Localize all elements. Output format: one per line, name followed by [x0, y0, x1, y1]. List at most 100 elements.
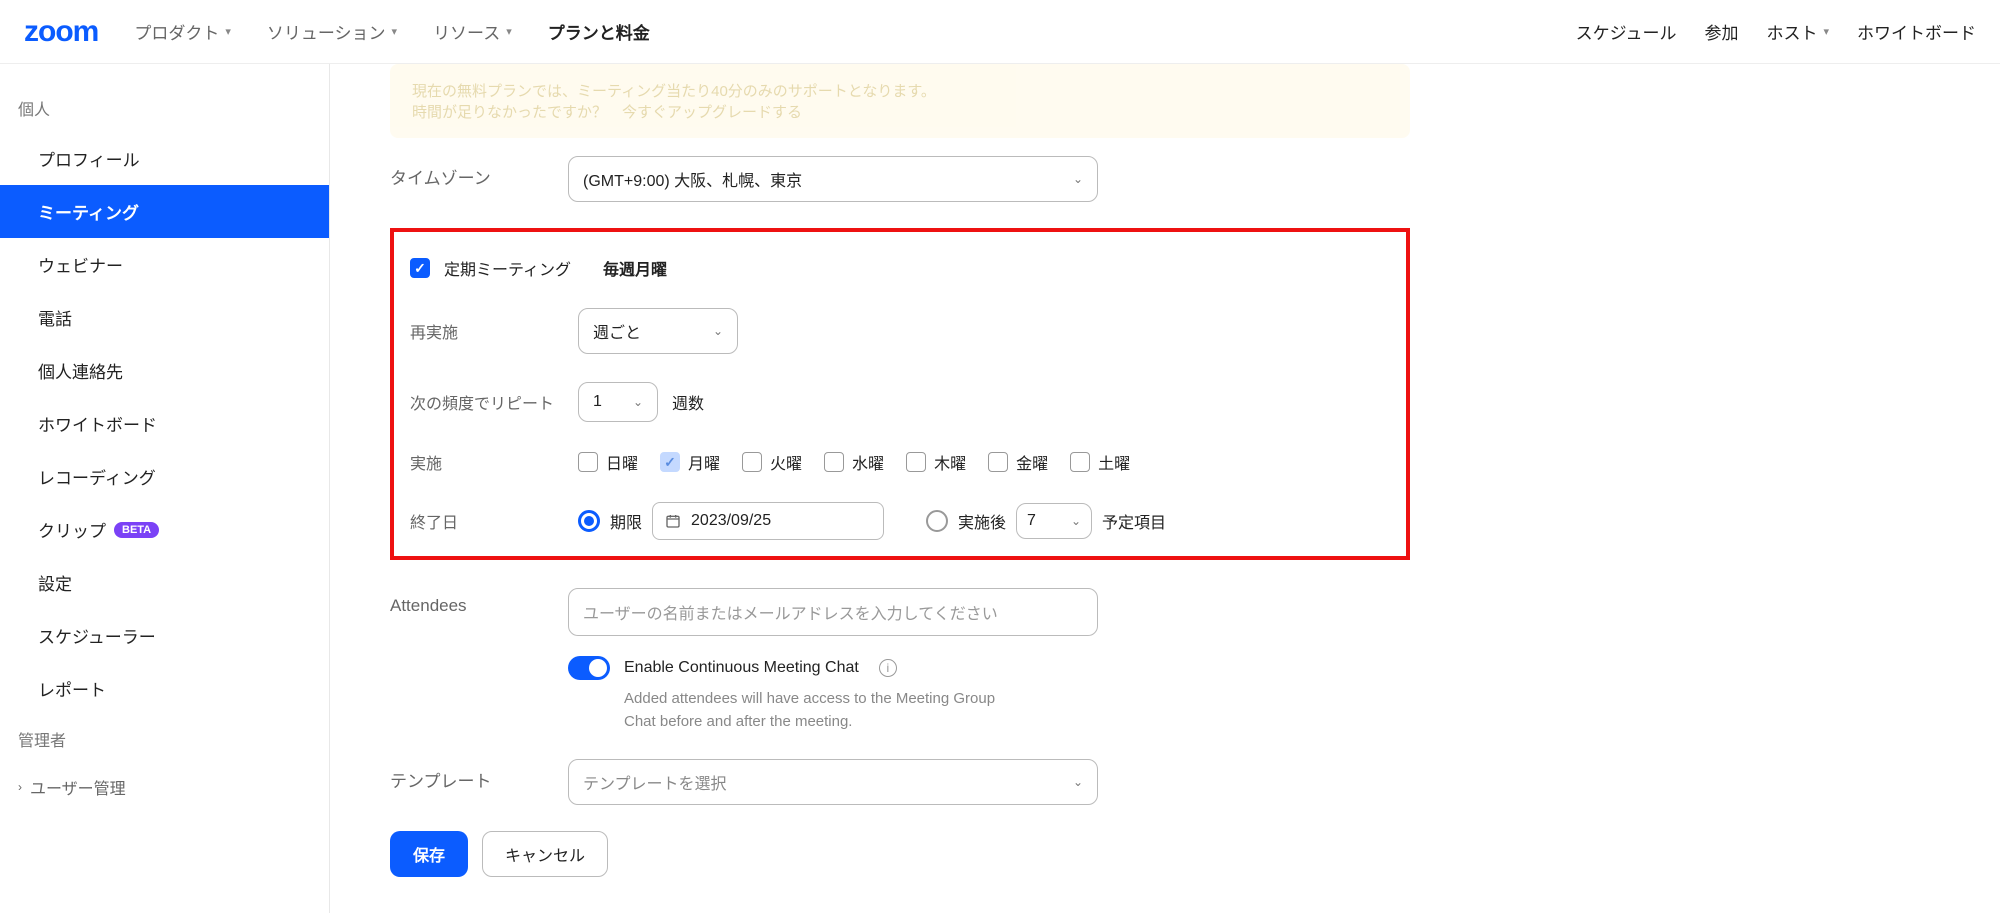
end-after-radio[interactable]: [926, 510, 948, 532]
nav-solutions[interactable]: ソリューション▾: [267, 19, 397, 44]
label-recurrence: 再実施: [410, 319, 578, 343]
template-placeholder: テンプレートを選択: [583, 770, 727, 794]
end-after-count-value: 7: [1027, 512, 1036, 530]
day-sat-checkbox[interactable]: [1070, 452, 1090, 472]
end-after-unit: 予定項目: [1102, 509, 1166, 533]
sidebar-item-webinars[interactable]: ウェビナー: [0, 238, 329, 291]
top-bar: zoom プロダクト▾ ソリューション▾ リソース▾ プランと料金 スケジュール…: [0, 0, 2000, 64]
recurring-label: 定期ミーティング: [444, 256, 571, 280]
timezone-value: (GMT+9:00) 大阪、札幌、東京: [583, 167, 802, 191]
row-occurs-on: 実施 日曜 ✓月曜 火曜 水曜 木曜 金曜 土曜: [410, 450, 1390, 474]
info-icon[interactable]: i: [879, 659, 897, 677]
row-end-date: 終了日 期限 2023/09/25 実施後 7 ⌄ 予定項目: [410, 502, 1390, 540]
chevron-down-icon: ⌄: [713, 324, 723, 338]
sidebar-item-user-management[interactable]: › ユーザー管理: [0, 763, 329, 811]
top-nav-right: スケジュール 参加 ホスト▾ ホワイトボード: [1576, 19, 1976, 44]
timezone-select[interactable]: (GMT+9:00) 大阪、札幌、東京 ⌄: [568, 156, 1098, 202]
recurrence-value: 週ごと: [593, 319, 641, 343]
end-after-count-select[interactable]: 7 ⌄: [1016, 503, 1092, 539]
day-fri-checkbox[interactable]: [988, 452, 1008, 472]
recurring-summary: 毎週月曜: [603, 256, 667, 280]
chevron-down-icon: ▾: [225, 25, 231, 38]
check-icon: ✓: [664, 454, 676, 471]
continuous-chat-hint: Added attendees will have access to the …: [624, 688, 1024, 733]
day-sun-checkbox[interactable]: [578, 452, 598, 472]
label-repeat: 次の頻度でリピート: [410, 390, 578, 414]
repeat-count-value: 1: [593, 393, 602, 411]
save-button[interactable]: 保存: [390, 831, 468, 877]
template-select[interactable]: テンプレートを選択 ⌄: [568, 759, 1098, 805]
recurrence-select[interactable]: 週ごと ⌄: [578, 308, 738, 354]
sidebar-item-settings[interactable]: 設定: [0, 556, 329, 609]
label-attendees: Attendees: [390, 588, 568, 616]
end-after-label: 実施後: [958, 509, 1006, 533]
nav-resources[interactable]: リソース▾: [433, 19, 512, 44]
sidebar-item-reports[interactable]: レポート: [0, 662, 329, 715]
nav-products[interactable]: プロダクト▾: [134, 19, 231, 44]
nav-join[interactable]: 参加: [1704, 19, 1738, 44]
sidebar-item-recordings[interactable]: レコーディング: [0, 450, 329, 503]
chevron-down-icon: ▾: [392, 25, 398, 38]
chevron-down-icon: ⌄: [633, 395, 643, 409]
form-actions: 保存 キャンセル: [390, 831, 1410, 877]
sidebar-section-admin: 管理者: [0, 715, 329, 763]
end-by-date-input[interactable]: 2023/09/25: [652, 502, 884, 540]
nav-whiteboard[interactable]: ホワイトボード: [1857, 19, 1976, 44]
end-by-radio[interactable]: [578, 510, 600, 532]
sidebar-section-personal: 個人: [0, 84, 329, 132]
row-timezone: タイムゾーン (GMT+9:00) 大阪、札幌、東京 ⌄: [390, 156, 1410, 202]
row-recurring-toggle: ✓ 定期ミーティング 毎週月曜: [410, 256, 1390, 280]
row-template: テンプレート テンプレートを選択 ⌄: [390, 759, 1410, 805]
end-by-date-value: 2023/09/25: [691, 512, 771, 530]
day-wed-checkbox[interactable]: [824, 452, 844, 472]
nav-host[interactable]: ホスト▾: [1766, 19, 1829, 44]
sidebar-item-phone[interactable]: 電話: [0, 291, 329, 344]
row-repeat: 次の頻度でリピート 1 ⌄ 週数: [410, 382, 1390, 422]
row-attendees: Attendees ユーザーの名前またはメールアドレスを入力してください Ena…: [390, 588, 1410, 733]
sidebar-item-profile[interactable]: プロフィール: [0, 132, 329, 185]
day-thu[interactable]: 木曜: [906, 450, 966, 474]
upgrade-banner: 現在の無料プランでは、ミーティング当たり40分のみのサポートとなります。 時間が…: [390, 64, 1410, 138]
repeat-unit: 週数: [672, 390, 704, 414]
day-tue[interactable]: 火曜: [742, 450, 802, 474]
continuous-chat-toggle[interactable]: [568, 656, 610, 680]
calendar-icon: [665, 513, 681, 529]
label-template: テンプレート: [390, 759, 568, 792]
day-sun[interactable]: 日曜: [578, 450, 638, 474]
row-recurrence: 再実施 週ごと ⌄: [410, 308, 1390, 354]
beta-badge: BETA: [114, 522, 159, 538]
day-tue-checkbox[interactable]: [742, 452, 762, 472]
day-wed[interactable]: 水曜: [824, 450, 884, 474]
chevron-down-icon: ⌄: [1073, 775, 1083, 789]
attendees-input[interactable]: ユーザーの名前またはメールアドレスを入力してください: [568, 588, 1098, 636]
chevron-down-icon: ▾: [506, 25, 512, 38]
top-nav-left: プロダクト▾ ソリューション▾ リソース▾ プランと料金: [134, 19, 1575, 44]
main-content: 現在の無料プランでは、ミーティング当たり40分のみのサポートとなります。 時間が…: [330, 64, 1450, 917]
day-thu-checkbox[interactable]: [906, 452, 926, 472]
nav-schedule[interactable]: スケジュール: [1576, 19, 1677, 44]
sidebar-item-contacts[interactable]: 個人連絡先: [0, 344, 329, 397]
chevron-down-icon: ▾: [1823, 25, 1829, 38]
recurring-checkbox[interactable]: ✓: [410, 258, 430, 278]
day-mon-checkbox[interactable]: ✓: [660, 452, 680, 472]
sidebar: 個人 プロフィール ミーティング ウェビナー 電話 個人連絡先 ホワイトボード …: [0, 64, 330, 913]
cancel-button[interactable]: キャンセル: [482, 831, 608, 877]
repeat-count-select[interactable]: 1 ⌄: [578, 382, 658, 422]
banner-line2: 時間が足りなかったですか？ 今すぐアップグレードする: [412, 101, 1388, 122]
sidebar-item-clips[interactable]: クリップBETA: [0, 503, 329, 556]
label-occurs: 実施: [410, 450, 578, 474]
sidebar-item-whiteboard[interactable]: ホワイトボード: [0, 397, 329, 450]
chevron-down-icon: ⌄: [1071, 514, 1081, 528]
recurring-settings-highlight: ✓ 定期ミーティング 毎週月曜 再実施 週ごと ⌄ 次の頻度でリピート 1 ⌄: [390, 228, 1410, 560]
nav-plans-pricing[interactable]: プランと料金: [548, 19, 650, 44]
day-fri[interactable]: 金曜: [988, 450, 1048, 474]
chevron-down-icon: ⌄: [1073, 172, 1083, 186]
day-sat[interactable]: 土曜: [1070, 450, 1130, 474]
chevron-right-icon: ›: [18, 780, 22, 794]
sidebar-item-meetings[interactable]: ミーティング: [0, 185, 329, 238]
sidebar-item-scheduler[interactable]: スケジューラー: [0, 609, 329, 662]
day-mon[interactable]: ✓月曜: [660, 450, 720, 474]
continuous-chat-label: Enable Continuous Meeting Chat: [624, 659, 859, 677]
zoom-logo[interactable]: zoom: [24, 15, 98, 49]
banner-line1: 現在の無料プランでは、ミーティング当たり40分のみのサポートとなります。: [412, 80, 1388, 101]
